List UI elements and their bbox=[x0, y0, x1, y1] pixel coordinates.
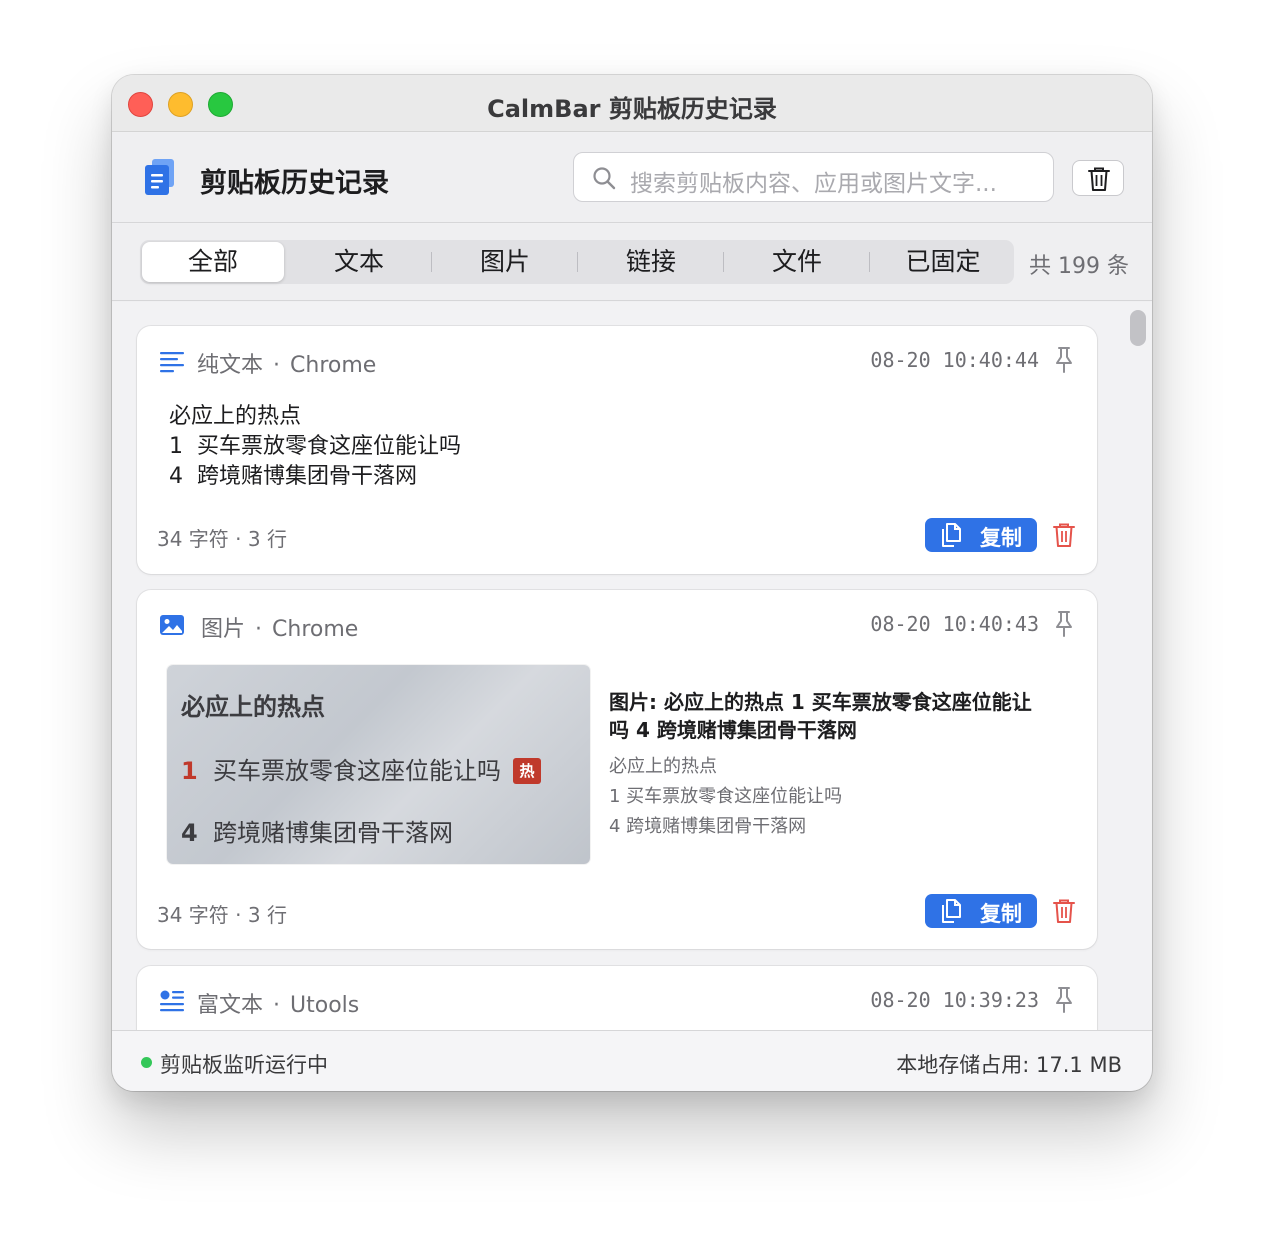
rank-number: 4 bbox=[181, 819, 198, 847]
copy-icon bbox=[942, 899, 961, 923]
tab-divider bbox=[577, 252, 578, 272]
clipboard-list[interactable]: 纯文本 · Chrome 08-20 10:40:44 必应上的热点 1 买车票放零… bbox=[112, 302, 1152, 1030]
card-type-label: 富文本 bbox=[197, 993, 264, 1018]
clip-text-line: 4 跨境赌博集团骨干落网 bbox=[169, 464, 417, 489]
delete-icon[interactable] bbox=[1053, 522, 1075, 548]
card-meta: 纯文本 · Chrome bbox=[197, 347, 376, 379]
ocr-title: 图片: 必应上的热点 1 买车票放零食这座位能让吗 4 跨境赌博集团骨干落网 bbox=[609, 690, 1032, 742]
tab-divider bbox=[431, 252, 432, 272]
scrollbar[interactable] bbox=[1130, 310, 1146, 346]
status-indicator bbox=[141, 1057, 152, 1068]
status-bar: 剪贴板监听运行中 本地存储占用: 17.1 MB bbox=[112, 1030, 1152, 1091]
ocr-line: 必应上的热点 bbox=[609, 756, 717, 777]
ocr-text: 必应上的热点 1 买车票放零食这座位能让吗 4 跨境赌博集团骨干落网 bbox=[609, 752, 842, 842]
tab-links[interactable]: 链接 bbox=[580, 242, 722, 282]
copy-button-label: 复制 bbox=[980, 902, 1022, 926]
storage-usage: 本地存储占用: 17.1 MB bbox=[896, 1053, 1122, 1077]
copy-button-label: 复制 bbox=[980, 526, 1022, 550]
trash-icon bbox=[1088, 167, 1110, 191]
meta-separator: · bbox=[273, 353, 281, 378]
search-placeholder: 搜索剪贴板内容、应用或图片文字... bbox=[630, 171, 997, 197]
clipboard-app-icon bbox=[145, 159, 174, 195]
card-timestamp: 08-20 10:40:43 bbox=[870, 612, 1039, 636]
copy-button[interactable]: 复制 bbox=[925, 894, 1037, 928]
clip-card-text[interactable]: 纯文本 · Chrome 08-20 10:40:44 必应上的热点 1 买车票放零… bbox=[137, 326, 1097, 574]
image-preview-row: 1 买车票放零食这座位能让吗热 bbox=[181, 751, 541, 786]
card-source-app: Chrome bbox=[272, 617, 359, 642]
header: 剪贴板历史记录 搜索剪贴板内容、应用或图片文字... bbox=[112, 133, 1152, 223]
title-bar: CalmBar 剪贴板历史记录 bbox=[112, 75, 1152, 132]
meta-separator: · bbox=[255, 617, 263, 642]
search-icon bbox=[593, 167, 616, 190]
image-icon bbox=[160, 615, 184, 635]
pin-icon[interactable] bbox=[1053, 986, 1075, 1014]
search-input[interactable]: 搜索剪贴板内容、应用或图片文字... bbox=[573, 152, 1054, 202]
filter-tab-bar: 全部 文本 图片 链接 文件 已固定 共 199 条 bbox=[112, 224, 1152, 301]
card-timestamp: 08-20 10:39:23 bbox=[870, 988, 1039, 1012]
card-meta: 富文本 · Utools bbox=[197, 987, 359, 1019]
copy-icon bbox=[942, 523, 961, 547]
monitor-status: 剪贴板监听运行中 bbox=[160, 1053, 328, 1077]
row-text: 买车票放零食这座位能让吗 bbox=[213, 757, 501, 785]
image-preview[interactable]: 必应上的热点 1 买车票放零食这座位能让吗热 4 跨境赌博集团骨干落网 bbox=[167, 665, 590, 864]
item-count: 共 199 条 bbox=[1029, 254, 1129, 279]
rich-text-icon bbox=[160, 990, 184, 1012]
tab-pinned[interactable]: 已固定 bbox=[872, 242, 1014, 282]
clear-all-button[interactable] bbox=[1072, 160, 1124, 196]
ocr-line: 4 跨境赌博集团骨干落网 bbox=[609, 816, 807, 837]
row-text: 跨境赌博集团骨干落网 bbox=[213, 819, 453, 847]
clip-card-richtext[interactable]: 富文本 · Utools 08-20 10:39:23 bbox=[137, 966, 1097, 1030]
clip-text-line: 必应上的热点 bbox=[169, 404, 302, 429]
clip-text-content: 必应上的热点 1 买车票放零食这座位能让吗 4 跨境赌博集团骨干落网 bbox=[169, 402, 461, 492]
card-type-label: 图片 bbox=[201, 617, 246, 642]
copy-button[interactable]: 复制 bbox=[925, 518, 1037, 552]
tab-images[interactable]: 图片 bbox=[434, 242, 576, 282]
tab-all[interactable]: 全部 bbox=[142, 242, 284, 282]
image-preview-title: 必应上的热点 bbox=[181, 693, 325, 721]
delete-icon[interactable] bbox=[1053, 898, 1075, 924]
card-source-app: Utools bbox=[290, 993, 360, 1018]
hot-badge: 热 bbox=[513, 758, 541, 784]
tab-files[interactable]: 文件 bbox=[726, 242, 868, 282]
app-window: CalmBar 剪贴板历史记录 剪贴板历史记录 搜索剪贴板内容、应用或图片文字.… bbox=[112, 75, 1152, 1091]
page-title: 剪贴板历史记录 bbox=[200, 168, 389, 199]
window-title: CalmBar 剪贴板历史记录 bbox=[487, 95, 777, 123]
card-meta: 图片 · Chrome bbox=[201, 611, 358, 643]
card-stats: 34 字符 · 3 行 bbox=[157, 903, 287, 927]
rank-number: 1 bbox=[181, 757, 198, 785]
pin-icon[interactable] bbox=[1053, 610, 1075, 638]
clip-card-image[interactable]: 图片 · Chrome 08-20 10:40:43 必应上的热点 1 买车票放零食这… bbox=[137, 590, 1097, 949]
card-type-label: 纯文本 bbox=[197, 353, 264, 378]
meta-separator: · bbox=[273, 993, 281, 1018]
pin-icon[interactable] bbox=[1053, 346, 1075, 374]
card-source-app: Chrome bbox=[290, 353, 377, 378]
tab-divider bbox=[723, 252, 724, 272]
segmented-control: 全部 文本 图片 链接 文件 已固定 bbox=[140, 240, 1014, 284]
card-stats: 34 字符 · 3 行 bbox=[157, 527, 287, 551]
text-lines-icon bbox=[160, 352, 184, 373]
tab-divider bbox=[869, 252, 870, 272]
clip-text-line: 1 买车票放零食这座位能让吗 bbox=[169, 434, 461, 459]
tab-text[interactable]: 文本 bbox=[288, 242, 430, 282]
image-preview-row: 4 跨境赌博集团骨干落网 bbox=[181, 813, 453, 848]
card-timestamp: 08-20 10:40:44 bbox=[870, 348, 1039, 372]
ocr-line: 1 买车票放零食这座位能让吗 bbox=[609, 786, 843, 807]
